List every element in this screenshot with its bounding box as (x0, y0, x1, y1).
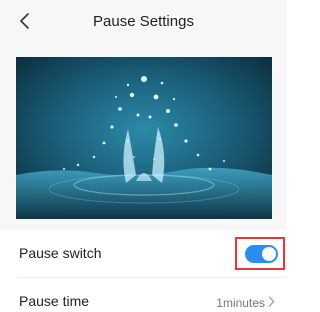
header-bar: Pause Settings (0, 0, 287, 48)
chevron-right-icon (268, 294, 275, 312)
page-title: Pause Settings (93, 13, 194, 30)
highlight-box (235, 237, 285, 270)
pause-time-row[interactable]: Pause time 1minutes (0, 278, 287, 312)
toggle-knob (262, 247, 276, 261)
water-splash-image (16, 57, 272, 219)
pause-switch-toggle[interactable] (245, 245, 278, 263)
pause-switch-row: Pause switch (0, 230, 287, 278)
pause-time-value-button[interactable]: 1minutes (216, 294, 275, 312)
pause-settings-screen: Pause Settings Pause switch Pause time 1… (0, 0, 287, 312)
pause-time-value: 1minutes (216, 296, 265, 310)
back-button[interactable] (12, 10, 36, 36)
pause-time-label: Pause time (19, 293, 90, 309)
pause-switch-label: Pause switch (19, 245, 102, 261)
hero-container (0, 48, 287, 230)
chevron-left-icon (18, 12, 30, 35)
